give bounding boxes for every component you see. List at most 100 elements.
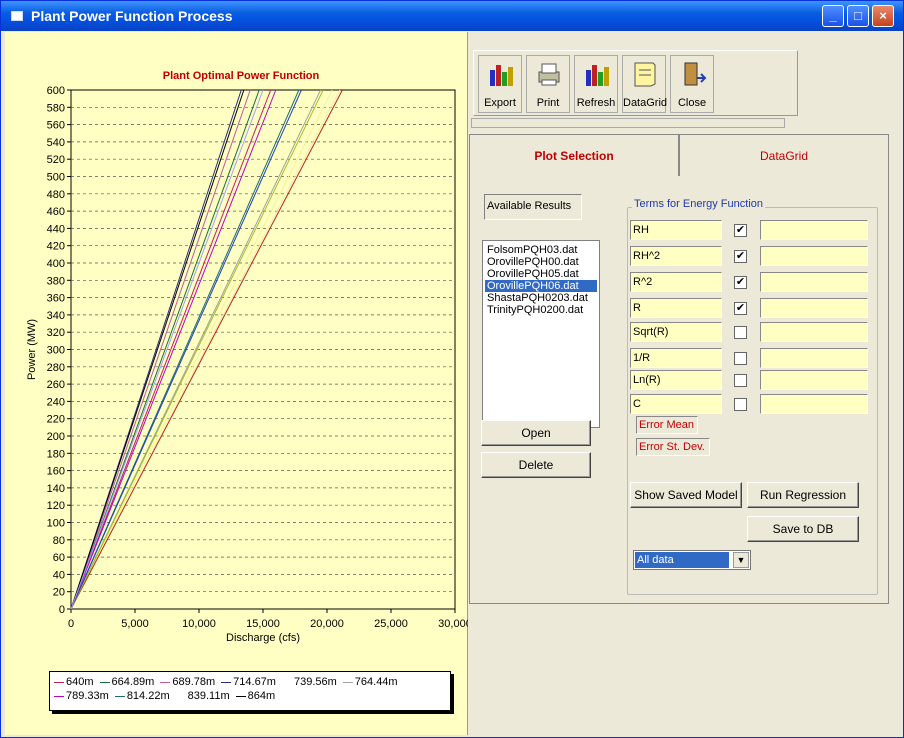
close-window-button[interactable]: × (872, 5, 894, 27)
term-value-field[interactable] (760, 322, 868, 342)
close-button[interactable]: Close (670, 55, 714, 113)
legend-label: 664.89m (111, 676, 155, 688)
term-checkbox[interactable]: ✔ (734, 224, 747, 237)
y-tick-label: 480 (47, 189, 65, 201)
window-title: Plant Power Function Process (31, 8, 233, 24)
term-label: Ln(R) (630, 370, 722, 390)
delete-button[interactable]: Delete (481, 452, 591, 478)
error-stdev-label: Error St. Dev. (636, 438, 710, 456)
term-checkbox[interactable] (734, 352, 747, 365)
tab-datagrid[interactable]: DataGrid (679, 134, 889, 178)
term-value-field[interactable] (760, 298, 868, 318)
legend-swatch (54, 695, 64, 697)
legend-item: 664.89m (99, 675, 155, 689)
term-checkbox[interactable]: ✔ (734, 250, 747, 263)
chevron-down-icon[interactable]: ▼ (733, 552, 749, 568)
maximize-button[interactable]: □ (847, 5, 869, 27)
x-tick-label: 30,000 (438, 618, 468, 630)
legend-label: 714.67m (233, 676, 276, 688)
results-list-item[interactable]: OrovillePQH06.dat (485, 280, 597, 292)
y-tick-label: 120 (47, 500, 65, 512)
results-list-item[interactable]: ShastaPQH0203.dat (485, 292, 597, 304)
legend-label: 764.44m (354, 676, 398, 688)
legend-item: 739.56m (281, 675, 337, 689)
main-window: Plant Power Function Process _ □ × Plant… (0, 0, 904, 738)
legend-label: 839.11m (187, 690, 230, 702)
note-icon (634, 62, 656, 87)
term-label: RH^2 (630, 246, 722, 266)
save-to-db-button[interactable]: Save to DB (747, 516, 859, 542)
y-tick-label: 540 (47, 137, 65, 149)
tab-plot-selection[interactable]: Plot Selection (469, 134, 679, 178)
plot-selection-panel: Available Results FolsomPQH03.dat Orovill… (469, 176, 889, 604)
x-tick-label: 25,000 (374, 618, 408, 630)
series-line (70, 89, 260, 610)
legend-item: 764.44m (342, 675, 398, 689)
minimize-button[interactable]: _ (822, 5, 844, 27)
legend-swatch (160, 681, 171, 683)
chart-export-icon (490, 65, 513, 86)
power-function-chart: Plant Optimal Power Function 0 20 40 60 80 100… (26, 70, 468, 644)
refresh-button[interactable]: Refresh (574, 55, 618, 113)
open-button[interactable]: Open (481, 420, 591, 446)
data-filter-value: All data (635, 552, 729, 568)
term-label: Sqrt(R) (630, 322, 722, 342)
y-tick-label: 220 (47, 414, 65, 426)
legend-item: 839.11m (175, 689, 230, 703)
term-checkbox[interactable] (734, 398, 747, 411)
chart-title: Plant Optimal Power Function (163, 70, 320, 82)
y-tick-label: 280 (47, 362, 65, 374)
results-list[interactable]: FolsomPQH03.dat OrovillePQH00.dat Oroville… (482, 240, 600, 428)
legend-item: 789.33m (54, 689, 109, 703)
legend-item: 640m (54, 675, 94, 689)
term-checkbox[interactable] (734, 326, 747, 339)
term-checkbox[interactable] (734, 374, 747, 387)
term-label: 1/R (630, 348, 722, 368)
print-button[interactable]: Print (526, 55, 570, 113)
y-tick-label: 460 (47, 206, 65, 218)
y-tick-label: 320 (47, 327, 65, 339)
y-axis-label: Power (MW) (26, 319, 38, 380)
legend-swatch (342, 681, 353, 683)
run-regression-button[interactable]: Run Regression (747, 482, 859, 508)
term-value-field[interactable] (760, 246, 868, 266)
results-list-item[interactable]: OrovillePQH05.dat (485, 268, 597, 280)
results-list-item[interactable]: OrovillePQH00.dat (485, 256, 597, 268)
results-list-item[interactable]: FolsomPQH03.dat (485, 244, 597, 256)
term-value-field[interactable] (760, 370, 868, 390)
y-tick-label: 180 (47, 448, 65, 460)
term-value-field[interactable] (760, 220, 868, 240)
datagrid-button[interactable]: DataGrid (622, 55, 667, 113)
x-tick-label: 10,000 (182, 618, 216, 630)
term-label: RH (630, 220, 722, 240)
exit-door-icon (684, 62, 707, 86)
term-value-field[interactable] (760, 272, 868, 292)
y-tick-label: 60 (53, 552, 65, 564)
term-checkbox[interactable]: ✔ (734, 302, 747, 315)
term-value-field[interactable] (760, 348, 868, 368)
control-panel: Export Print Refresh DataGrid Close Plot… (469, 32, 901, 737)
legend-item: 814.22m (114, 689, 170, 703)
available-results-label: Available Results (484, 194, 582, 220)
x-tick-label: 15,000 (246, 618, 280, 630)
term-label: C (630, 394, 722, 414)
error-mean-label: Error Mean (636, 416, 698, 434)
progress-bar (471, 118, 785, 128)
x-tick-label: 0 (68, 618, 74, 630)
term-value-field[interactable] (760, 394, 868, 414)
data-filter-select[interactable]: All data ▼ (633, 550, 751, 570)
term-label: R^2 (630, 272, 722, 292)
y-tick-label: 240 (47, 396, 65, 408)
export-button[interactable]: Export (478, 55, 522, 113)
show-saved-model-button[interactable]: Show Saved Model (630, 482, 742, 508)
y-tick-label: 360 (47, 293, 65, 305)
term-checkbox[interactable]: ✔ (734, 276, 747, 289)
results-list-item[interactable]: TrinityPQH0200.dat (485, 304, 597, 316)
tab-container: Plot Selection DataGrid Available Result… (469, 134, 889, 604)
legend-label: 814.22m (126, 690, 170, 702)
y-tick-label: 580 (47, 102, 65, 114)
chart-legend: 640m 664.89m 689.78m 714.67m 739.56m 764.44m 7… (49, 671, 451, 711)
series-line (70, 89, 302, 610)
title-bar[interactable]: Plant Power Function Process _ □ × (1, 1, 903, 31)
x-axis-label: Discharge (cfs) (226, 632, 300, 644)
